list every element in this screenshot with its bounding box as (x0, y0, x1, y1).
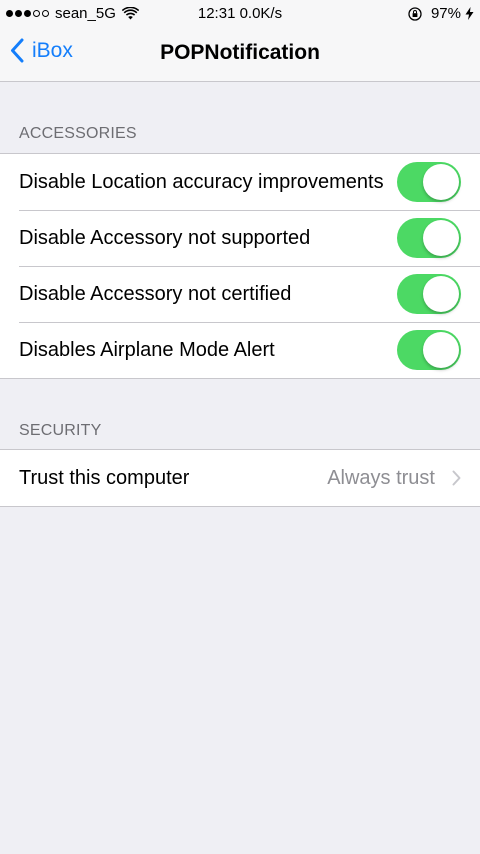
section-header-security: SECURITY (19, 422, 102, 439)
page-title: POPNotification (160, 41, 320, 64)
cell-label: Disable Accessory not certified (19, 283, 292, 305)
list-item-airplane-mode-alert: Disables Airplane Mode Alert (0, 322, 480, 378)
toggle-knob (423, 276, 459, 312)
cell-label: Disables Airplane Mode Alert (19, 339, 275, 361)
toggle-switch[interactable] (397, 162, 461, 202)
accessories-group: Disable Location accuracy improvements D… (0, 153, 480, 379)
charging-bolt-icon (465, 7, 474, 20)
toggle-knob (423, 332, 459, 368)
section-header-accessories: ACCESSORIES (19, 125, 137, 142)
list-item-location-accuracy: Disable Location accuracy improvements (0, 154, 480, 210)
cell-label: Disable Accessory not supported (19, 227, 311, 249)
toggle-knob (423, 164, 459, 200)
security-group: Trust this computer Always trust (0, 449, 480, 507)
toggle-switch[interactable] (397, 330, 461, 370)
status-right: 97% (408, 5, 474, 22)
battery-percent: 97% (430, 5, 461, 22)
navigation-header: sean_5G 12:31 0.0K/s 97% iBox POPNotific… (0, 0, 480, 82)
list-item-trust-computer[interactable]: Trust this computer Always trust (0, 450, 480, 506)
cell-label: Disable Location accuracy improvements (19, 171, 384, 193)
cell-value: Always trust (327, 467, 435, 489)
rotation-lock-icon (408, 6, 422, 21)
toggle-switch[interactable] (397, 218, 461, 258)
cell-label: Trust this computer (19, 467, 190, 489)
list-item-accessory-not-certified: Disable Accessory not certified (0, 266, 480, 322)
toggle-knob (423, 220, 459, 256)
status-bar: sean_5G 12:31 0.0K/s 97% (0, 0, 480, 28)
list-item-accessory-not-supported: Disable Accessory not supported (0, 210, 480, 266)
toggle-switch[interactable] (397, 274, 461, 314)
chevron-right-icon (452, 470, 461, 486)
